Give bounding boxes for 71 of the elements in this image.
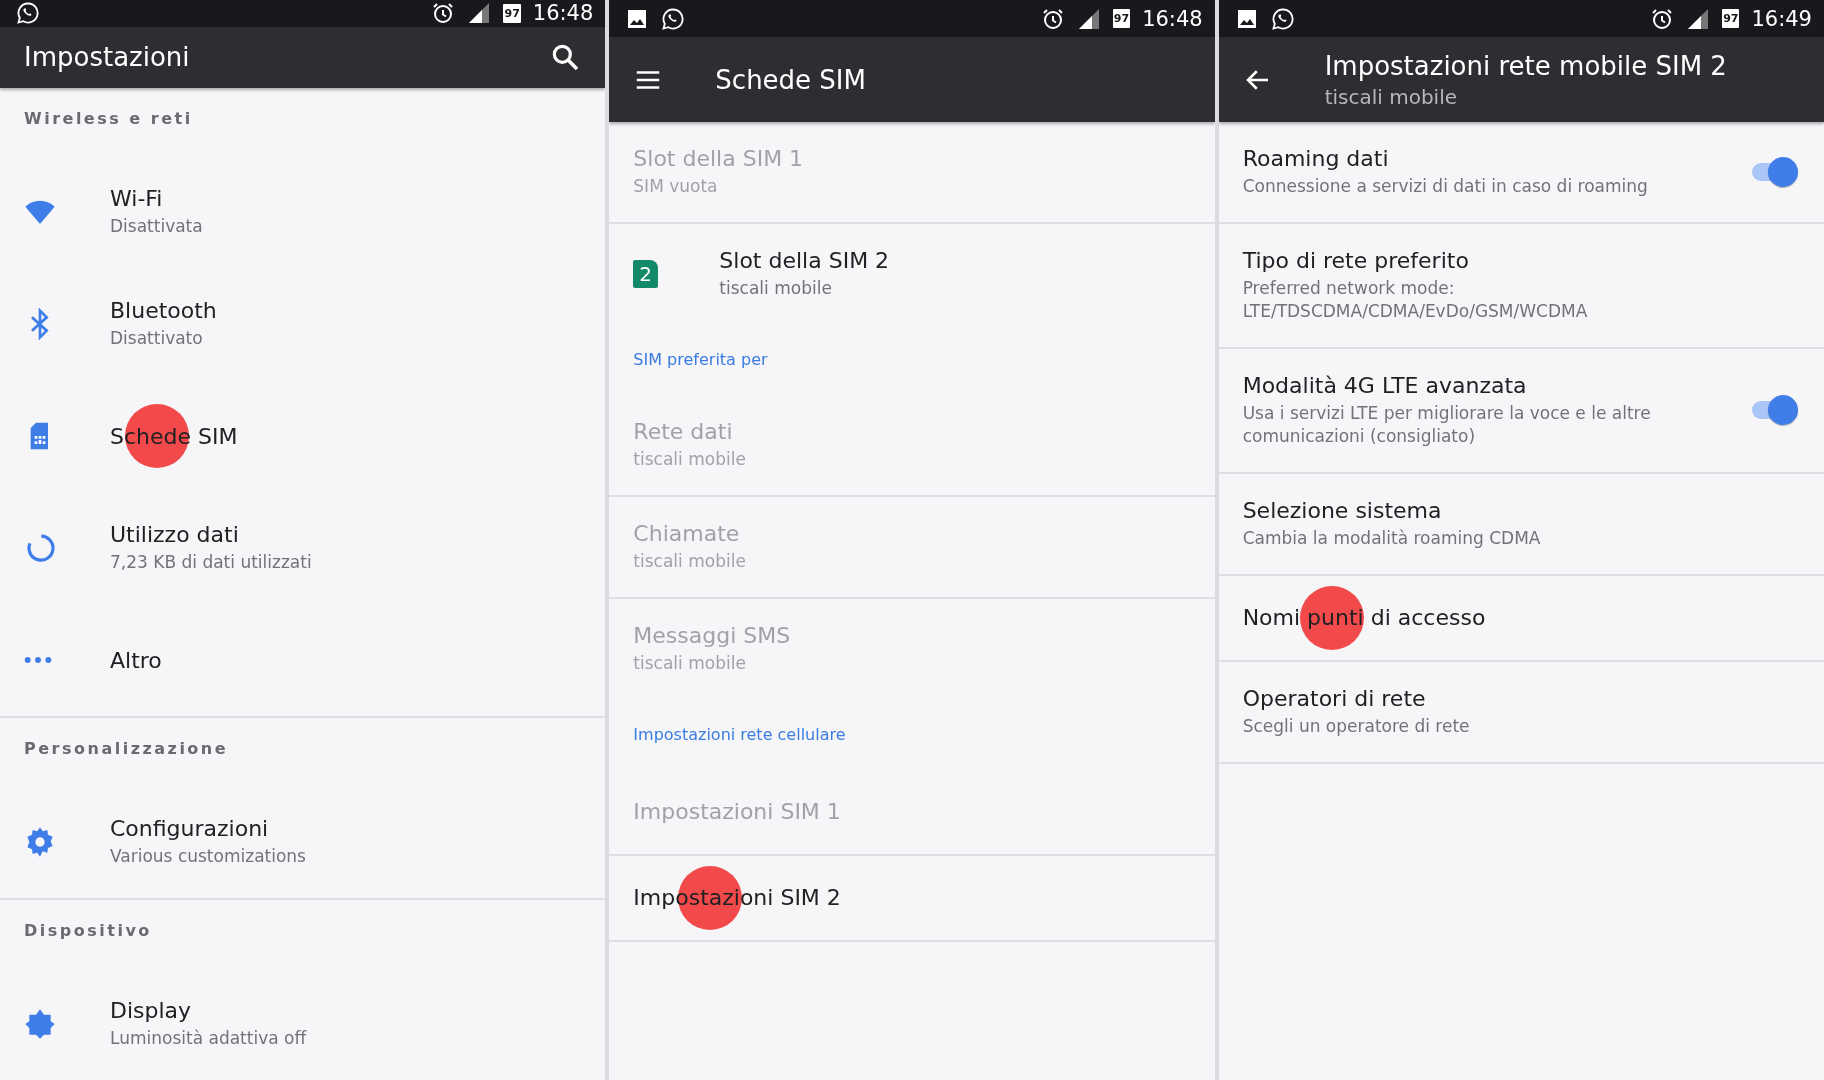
item-title: Modalità 4G LTE avanzata	[1242, 372, 1527, 398]
item-title: Bluetooth	[110, 298, 217, 324]
item-summary: tiscali mobile	[633, 549, 747, 573]
item-summary: Preferred network mode: LTE/TDSCDMA/CDMA/EvDo/GSM/WCDMA	[1242, 276, 1589, 323]
screen-title: Schede SIM	[715, 64, 867, 95]
item-title: Selezione sistema	[1242, 497, 1442, 523]
item-summary: 7,23 KB di dati utilizzati	[110, 551, 313, 574]
item-title: Impostazioni SIM 1	[633, 799, 841, 825]
screen-subtitle: tiscali mobile	[1324, 84, 1459, 109]
data-usage-icon	[24, 532, 56, 564]
item-title: Utilizzo dati	[110, 522, 239, 548]
battery-level: 97	[1112, 9, 1131, 28]
settings-item[interactable]: Nomi punti di accesso	[1218, 575, 1824, 660]
item-title: Altro	[110, 647, 162, 673]
item-title: Operatori di rete	[1242, 685, 1426, 711]
item-summary: Luminosità adattiva off	[110, 1027, 308, 1050]
settings-item[interactable]: Roaming dati Connessione a servizi di dati in caso di roaming	[1218, 122, 1824, 222]
settings-item[interactable]: Selezione sistema Cambia la modalità roaming CDMA	[1218, 473, 1824, 574]
settings-item[interactable]: Wi-Fi Disattivata	[0, 156, 606, 268]
screen-title: Impostazioni	[24, 42, 191, 73]
item-title: Roaming dati	[1242, 146, 1389, 171]
settings-item[interactable]: Modalità 4G LTE avanzata Usa i servizi LTE per migliorare la voce e le altre comunicazioni (consigliato)	[1218, 348, 1824, 472]
settings-item[interactable]: Altro	[0, 604, 606, 716]
more-dots-icon	[24, 656, 52, 664]
item-summary: Cambia la modalità roaming CDMA	[1242, 526, 1542, 550]
battery-level: 97	[1722, 9, 1740, 28]
section-header: Wireless e reti	[23, 108, 194, 130]
chat-bubble-icon	[661, 6, 686, 31]
settings-item[interactable]: 2 Slot della SIM 2 tiscali mobile	[609, 223, 1215, 324]
section-header: Impostazioni rete cellulare	[632, 723, 847, 746]
settings-item[interactable]: Bluetooth Disattivato	[0, 268, 606, 380]
item-summary: Disattivata	[110, 215, 204, 238]
sim-number-icon: 2	[633, 259, 659, 288]
item-summary: tiscali mobile	[633, 651, 747, 675]
section-header: Personalizzazione	[23, 738, 230, 760]
item-summary: tiscali mobile	[633, 447, 747, 471]
settings-item[interactable]: Tipo di rete preferito Preferred network mode: LTE/TDSCDMA/CDMA/EvDo/GSM/WCDMA	[1218, 223, 1824, 347]
item-summary: Disattivato	[110, 327, 204, 350]
clock-time: 16:49	[1751, 6, 1812, 31]
item-summary: Usa i servizi LTE per migliorare la voce e le altre comunicazioni (consigliato)	[1242, 401, 1652, 448]
clock-time: 16:48	[1142, 6, 1203, 31]
item-title: Chiamate	[633, 520, 740, 546]
settings-item[interactable]: Display Luminosità adattiva off	[0, 968, 606, 1080]
item-summary: tiscali mobile	[719, 276, 833, 300]
settings-item[interactable]: Configurazioni Various customizations	[0, 786, 606, 898]
item-title: Display	[110, 998, 192, 1024]
toggle-switch[interactable]	[1750, 155, 1800, 188]
item-title: Messaggi SMS	[633, 622, 791, 648]
item-summary: SIM vuota	[633, 175, 719, 198]
item-summary: Scegli un operatore di rete	[1242, 714, 1471, 738]
item-title: Slot della SIM 1	[633, 146, 804, 171]
brightness-icon	[24, 1008, 56, 1040]
item-title: Nomi punti di accesso	[1242, 605, 1486, 631]
toggle-switch[interactable]	[1750, 394, 1800, 427]
chat-bubble-icon	[16, 1, 40, 26]
item-title: Tipo di rete preferito	[1242, 247, 1469, 273]
settings-item[interactable]: Utilizzo dati 7,23 KB di dati utilizzati	[0, 492, 606, 604]
item-title: Rete dati	[633, 418, 733, 444]
item-title: Configurazioni	[110, 816, 269, 842]
item-summary: Various customizations	[110, 845, 307, 868]
clock-time: 16:48	[532, 1, 594, 26]
chat-bubble-icon	[1270, 6, 1295, 31]
signal-icon	[467, 1, 492, 26]
item-title: Wi-Fi	[110, 186, 163, 212]
section-header: SIM preferita per	[632, 348, 769, 371]
settings-item[interactable]: Operatori di rete Scegli un operatore di rete	[1218, 661, 1824, 762]
screen-title: Impostazioni rete mobile SIM 2	[1324, 50, 1728, 81]
section-header: Dispositivo	[23, 920, 153, 942]
battery-level: 97	[503, 3, 521, 23]
item-title: Slot della SIM 2	[719, 247, 890, 273]
item-summary: Connessione a servizi di dati in caso di roaming	[1242, 175, 1649, 198]
